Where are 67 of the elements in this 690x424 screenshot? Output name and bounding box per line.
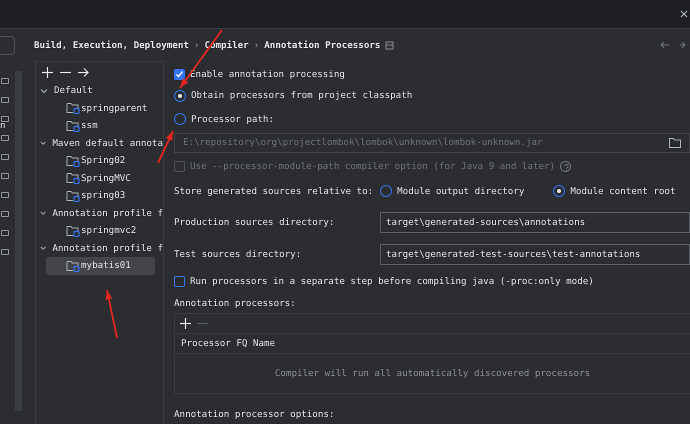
option-label: Store generated sources relative to: bbox=[174, 186, 374, 197]
tree-item[interactable]: springparent bbox=[46, 100, 155, 117]
chevron-icon[interactable] bbox=[40, 86, 48, 95]
module-folder-icon bbox=[66, 154, 80, 167]
field-label: Production sources directory: bbox=[174, 217, 336, 228]
field-label: Test sources directory: bbox=[174, 248, 302, 260]
settings-node-icon[interactable] bbox=[1, 230, 9, 236]
settings-node-icon[interactable] bbox=[1, 78, 9, 84]
tree-item[interactable]: mybatis01 bbox=[46, 257, 155, 274]
radio-button[interactable] bbox=[174, 113, 186, 126]
tree-item[interactable]: springmvc2 bbox=[46, 222, 155, 240]
radio-button[interactable] bbox=[553, 185, 566, 198]
breadcrumb-separator: › bbox=[194, 40, 200, 50]
section-title: Annotation processor options: bbox=[174, 408, 336, 422]
checkbox[interactable] bbox=[174, 68, 185, 80]
breadcrumb-separator: › bbox=[254, 40, 260, 50]
close-icon[interactable] bbox=[680, 10, 688, 18]
back-arrow-icon[interactable] bbox=[660, 41, 670, 49]
chevron-icon[interactable] bbox=[40, 209, 46, 218]
chevron-icon[interactable] bbox=[40, 244, 46, 252]
checkbox-label: Use --processor-module-path compiler option (for Java 9 and later) bbox=[190, 160, 556, 172]
section-title: Annotation processors: bbox=[174, 296, 297, 311]
radio-label: Module output directory bbox=[397, 186, 524, 197]
settings-node-icon[interactable] bbox=[1, 97, 9, 103]
settings-node-icon[interactable] bbox=[1, 192, 9, 198]
tree-item[interactable]: SpringMVC bbox=[46, 170, 155, 187]
radio-button[interactable] bbox=[174, 90, 186, 102]
checkbox[interactable] bbox=[174, 276, 185, 288]
tree-group-label[interactable]: Default bbox=[54, 85, 93, 96]
forward-arrow-icon[interactable] bbox=[680, 41, 686, 49]
settings-node-icon[interactable] bbox=[1, 135, 9, 141]
checkbox-label: Run processors in a separate step before compiling java (-proc:only mode) bbox=[190, 276, 594, 288]
module-folder-icon bbox=[66, 224, 80, 237]
pin-icon[interactable] bbox=[385, 40, 394, 50]
settings-node-icon[interactable] bbox=[1, 154, 9, 160]
tree-group-label[interactable]: Annotation profile f bbox=[52, 242, 163, 254]
module-folder-icon bbox=[66, 120, 80, 132]
search-field[interactable] bbox=[0, 36, 15, 55]
breadcrumb-item[interactable]: Build, Execution, Deployment bbox=[34, 40, 189, 50]
chevron-icon[interactable] bbox=[40, 139, 46, 148]
radio-label: Processor path: bbox=[191, 114, 274, 125]
add-icon[interactable] bbox=[42, 66, 53, 78]
settings-node-icon[interactable] bbox=[1, 173, 9, 179]
tree-item[interactable]: ssm bbox=[46, 117, 155, 134]
module-folder-icon bbox=[66, 102, 80, 114]
settings-node-icon[interactable] bbox=[1, 249, 9, 255]
column-header[interactable]: Processor FQ Name bbox=[175, 334, 690, 354]
module-folder-icon bbox=[66, 190, 80, 202]
radio-button[interactable] bbox=[380, 185, 392, 198]
settings-node-icon[interactable] bbox=[1, 211, 9, 217]
field-value: E:\repository\org\projectlombok\lombok\unknown\lombok-unknown.jar bbox=[183, 137, 544, 148]
tree-group-label[interactable]: Maven default annota bbox=[52, 138, 163, 149]
tree-group-label[interactable]: Annotation profile f bbox=[52, 208, 163, 219]
tree-item[interactable]: Spring02 bbox=[46, 152, 155, 170]
radio-label: Module content root bbox=[570, 186, 676, 197]
move-arrow-icon[interactable] bbox=[78, 66, 89, 78]
directory-field[interactable]: target\generated-sources\annotations bbox=[380, 212, 690, 234]
empty-table-text: Compiler will run all automatically discovered processors bbox=[274, 367, 592, 382]
radio-label: Obtain processors from project classpath bbox=[191, 90, 412, 102]
sidebar-text: n bbox=[0, 121, 6, 131]
module-folder-icon bbox=[66, 260, 80, 272]
tree-item[interactable]: spring03 bbox=[46, 187, 155, 204]
directory-field[interactable]: target\generated-test-sources\test-annotations bbox=[380, 244, 690, 265]
module-folder-icon bbox=[66, 172, 80, 184]
breadcrumb-item[interactable]: Annotation Processors bbox=[264, 40, 380, 50]
settings-node-icon[interactable] bbox=[1, 116, 9, 122]
add-icon[interactable] bbox=[180, 318, 191, 330]
